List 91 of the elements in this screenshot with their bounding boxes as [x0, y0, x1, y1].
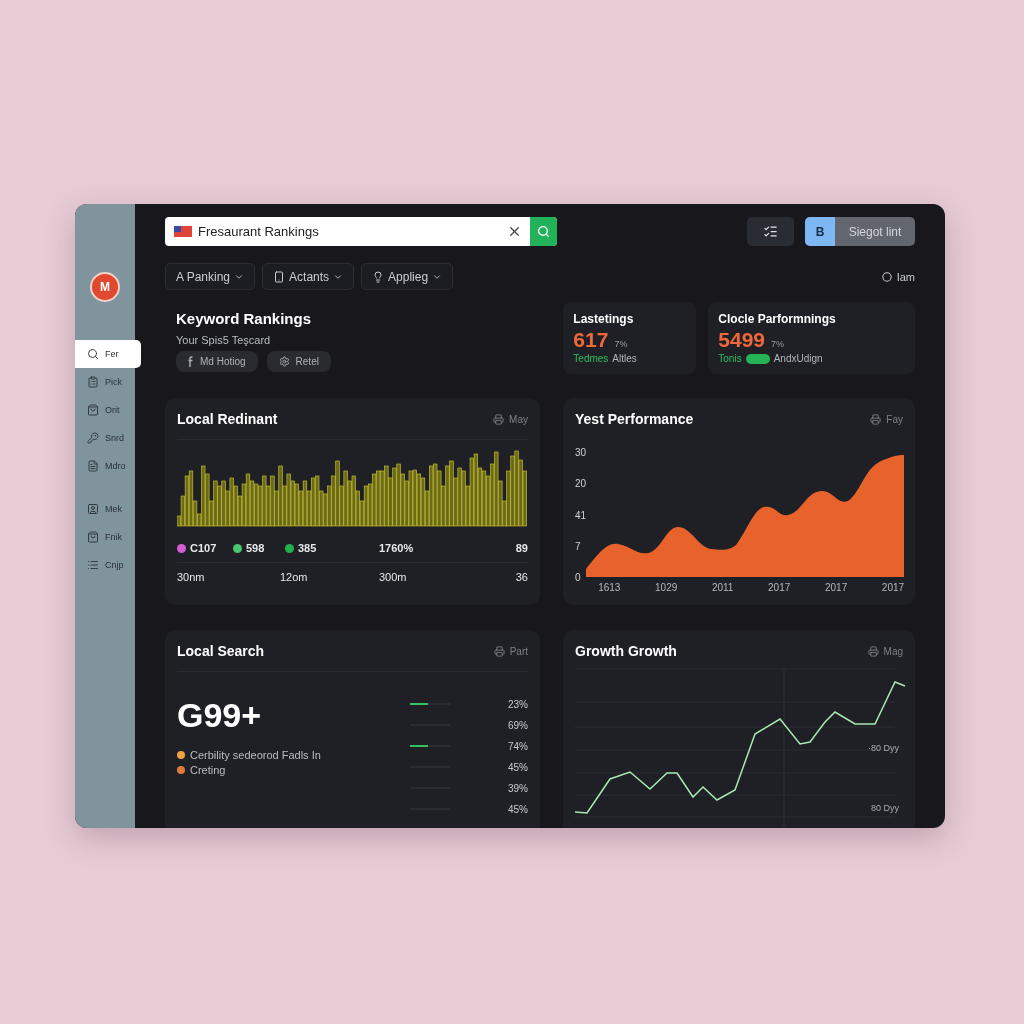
- search-field[interactable]: Fresaurant Rankings: [165, 217, 557, 246]
- close-icon[interactable]: [507, 224, 522, 239]
- sidebar-item[interactable]: Fer: [75, 340, 141, 368]
- clipboard-icon: [87, 376, 99, 388]
- stat-value: 5499: [718, 328, 766, 352]
- key-icon: [87, 432, 99, 444]
- stat-title: Lastetings: [573, 312, 635, 326]
- sidebar-item[interactable]: Orit: [75, 396, 141, 424]
- percent-label: 45%: [508, 803, 528, 815]
- percent-label: 45%: [508, 761, 528, 773]
- split-button[interactable]: B Siegot lint: [805, 217, 915, 246]
- axis-label: 2017: [824, 582, 848, 593]
- search-icon: [537, 225, 550, 238]
- stat-title: Clocle Parformnings: [718, 312, 837, 326]
- filter-dropdown[interactable]: Applieg: [361, 263, 454, 290]
- axis-label: 2017: [881, 582, 905, 593]
- bag-icon: [87, 531, 99, 543]
- stat-tag: Tedmes: [573, 353, 609, 364]
- card-action[interactable]: May: [493, 413, 528, 425]
- page-subtitle: Your Spis5 Teşcard: [176, 334, 272, 346]
- axis-label: 20: [575, 478, 587, 490]
- chart-label: 80 Dyy: [871, 803, 899, 813]
- card-title: Local Search: [177, 643, 265, 659]
- stat-note: AndxUdign: [773, 353, 823, 364]
- legend-value: 385: [298, 542, 317, 554]
- stat-value: 89: [515, 542, 528, 554]
- stat-value: 617: [573, 328, 609, 352]
- page-title: Keyword Rankings: [176, 310, 313, 327]
- stat-value: 12om: [280, 571, 309, 583]
- search-icon: [87, 348, 99, 360]
- stat-change: 7%: [614, 339, 628, 349]
- card-title: Local Redinant: [177, 411, 278, 427]
- axis-label: 7: [575, 540, 582, 552]
- tag-chip[interactable]: Retel: [266, 351, 331, 372]
- circle-icon: [881, 271, 892, 282]
- bag-icon: [87, 404, 99, 416]
- percent-label: 39%: [508, 782, 528, 794]
- stat-value: 36: [515, 571, 528, 583]
- axis-label: 2011: [711, 582, 734, 593]
- list-icon: [87, 559, 99, 571]
- stat-note: Altles: [612, 353, 637, 364]
- stat-value: 300m: [379, 571, 408, 583]
- card-title: Growth Growth: [575, 643, 677, 659]
- sidebar-item[interactable]: Mek: [75, 495, 141, 523]
- percent-label: 74%: [508, 740, 528, 752]
- big-value: G99+: [177, 696, 263, 735]
- legend-value: C107: [190, 542, 217, 554]
- legend-value: 598: [246, 542, 265, 554]
- card-action[interactable]: Part: [493, 645, 528, 657]
- filter-dropdown[interactable]: A Panking: [165, 263, 256, 290]
- axis-label: 1029: [655, 582, 678, 593]
- sidebar-item[interactable]: Fnik: [75, 523, 141, 551]
- checklist-icon: [763, 224, 778, 239]
- filter-dropdown[interactable]: Actants: [262, 263, 355, 290]
- printer-icon: [493, 645, 505, 657]
- sidebar-item[interactable]: Snrd: [75, 424, 141, 452]
- stat-change: 7%: [771, 339, 785, 349]
- card-action[interactable]: Fay: [870, 413, 903, 425]
- stat-value: 30nm: [177, 571, 206, 583]
- card-title: Yest Performance: [575, 411, 694, 427]
- legend-label: Creting: [190, 764, 226, 776]
- list-button[interactable]: [747, 217, 794, 246]
- phone-icon: [273, 270, 286, 283]
- tag-chip[interactable]: Md Hotiog: [176, 351, 258, 372]
- logo: M: [90, 272, 120, 302]
- axis-label: 41: [575, 509, 587, 521]
- legend-label: Cerbility sedeorod Fadls In: [190, 749, 321, 761]
- gear-icon: [278, 356, 290, 367]
- sidebar-item[interactable]: Cnjp: [75, 551, 141, 579]
- stat-tag: Tonis: [718, 353, 742, 364]
- printer-icon: [870, 413, 882, 425]
- stat-value: 1760%: [379, 542, 415, 554]
- flag-icon: [174, 226, 192, 237]
- search-input[interactable]: Fresaurant Rankings: [198, 224, 507, 239]
- axis-label: 1613: [598, 582, 621, 593]
- sidebar-item[interactable]: Mdro: [75, 452, 141, 480]
- card-action[interactable]: Mag: [867, 645, 903, 657]
- axis-label: 2017: [768, 582, 791, 593]
- axis-label: 0: [575, 572, 582, 583]
- printer-icon: [867, 645, 879, 657]
- user-label[interactable]: Iam: [881, 270, 915, 283]
- percent-label: 23%: [508, 698, 528, 710]
- letter-f-icon: [188, 356, 194, 367]
- user-icon: [87, 503, 99, 515]
- document-icon: [87, 460, 99, 472]
- chart-label: ·80 Dyy: [868, 743, 899, 753]
- lightbulb-icon: [372, 270, 385, 283]
- printer-icon: [493, 413, 505, 425]
- percent-label: 69%: [508, 719, 528, 731]
- axis-label: 30: [575, 447, 587, 458]
- sidebar-item[interactable]: Pick: [75, 368, 141, 396]
